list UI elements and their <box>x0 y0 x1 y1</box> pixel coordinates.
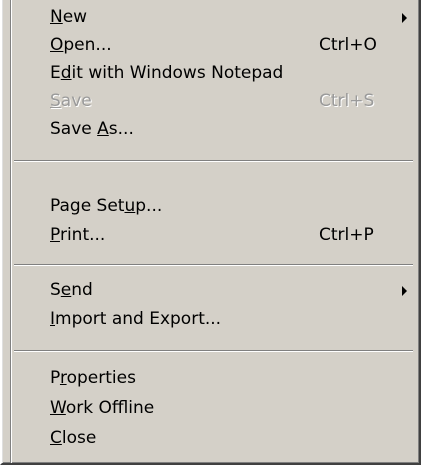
menu-item-new[interactable]: New <box>14 4 409 31</box>
menu-item-save-as[interactable]: Save As... <box>14 116 409 143</box>
menu-item-print[interactable]: Print... Ctrl+P <box>14 222 409 249</box>
menu-separator <box>14 350 413 352</box>
menu-item-import-export[interactable]: Import and Export... <box>14 306 409 333</box>
shortcut-label: Ctrl+S <box>319 91 375 111</box>
menu-item-label: Work Offline <box>50 398 155 418</box>
menu-item-label: Open... <box>50 35 112 55</box>
menu-item-label: Print... <box>50 225 106 245</box>
menu-item-label: Save As... <box>50 119 134 139</box>
menu-item-work-offline[interactable]: Work Offline <box>14 395 409 422</box>
shortcut-label: Ctrl+O <box>319 35 377 55</box>
shortcut-label: Ctrl+P <box>319 225 374 245</box>
menu-item-label: Close <box>50 428 97 448</box>
menu-item-label: Edit with Windows Notepad <box>50 63 284 83</box>
menu-item-label: Properties <box>50 368 136 388</box>
submenu-arrow-icon <box>402 286 407 296</box>
menu-item-close[interactable]: Close <box>14 425 409 452</box>
menu-item-send[interactable]: Send <box>14 277 409 304</box>
menu-item-label: Send <box>50 280 93 300</box>
menu-separator <box>14 264 413 266</box>
submenu-arrow-icon <box>402 13 407 23</box>
menu-separator <box>14 160 413 162</box>
menu-item-save: Save Ctrl+S <box>14 88 409 115</box>
menu-item-label: Page Setup... <box>50 196 163 216</box>
menu-item-label: Import and Export... <box>50 309 222 329</box>
menu-item-label: New <box>50 7 88 27</box>
menu-item-open[interactable]: Open... Ctrl+O <box>14 32 409 59</box>
menu-item-properties[interactable]: Properties <box>14 365 409 392</box>
menu-item-label: Save <box>50 91 92 111</box>
menu-item-edit-with-notepad[interactable]: Edit with Windows Notepad <box>14 60 409 87</box>
file-menu: New Open... Ctrl+O Edit with Windows Not… <box>0 0 421 465</box>
menu-item-page-setup[interactable]: Page Setup... <box>14 193 409 220</box>
menu-left-edge-highlight <box>11 0 12 463</box>
